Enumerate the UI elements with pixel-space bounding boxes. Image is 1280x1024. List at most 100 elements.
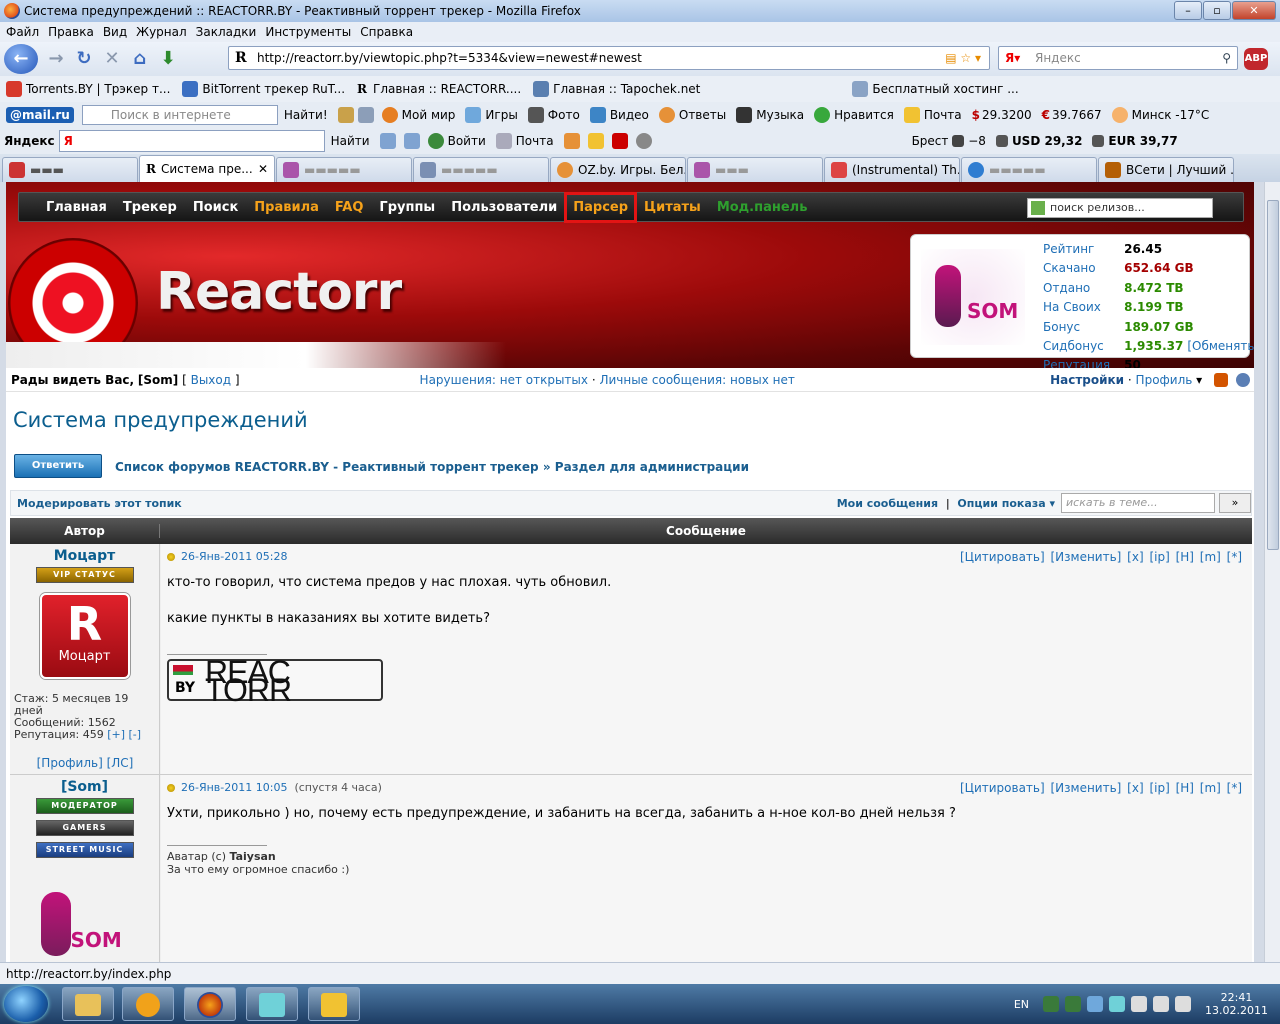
mailbar-item[interactable]: Нравится <box>814 107 894 123</box>
yandex-find-button[interactable]: Найти <box>331 134 370 148</box>
home-icon[interactable]: ⌂ <box>130 49 150 69</box>
bookmark-item[interactable]: Torrents.BY | Трэкер т... <box>6 81 170 97</box>
user-icon[interactable] <box>1236 372 1250 387</box>
tray-icon[interactable] <box>1109 996 1126 1012</box>
language-indicator[interactable]: EN <box>1014 998 1029 1011</box>
tab[interactable]: ▬▬▬ <box>687 157 823 182</box>
post-author-name[interactable]: Моцарт <box>10 548 159 564</box>
nav-search[interactable]: Поиск <box>190 198 241 217</box>
yandex-mail[interactable]: Почта <box>495 133 554 149</box>
settings-link[interactable]: Настройки <box>1050 373 1124 387</box>
bookmark-item[interactable]: Главная :: Tapochek.net <box>533 81 700 97</box>
nav-users[interactable]: Пользователи <box>448 198 560 217</box>
tab[interactable]: ▬▬▬ <box>2 157 138 182</box>
mailru-find-button[interactable]: Найти! <box>284 108 328 122</box>
tab[interactable]: OZ.by. Игры. Бел... <box>550 157 686 182</box>
bookmark-item[interactable]: R Главная :: REACTORR.... <box>357 82 521 96</box>
tray-icon[interactable] <box>1175 996 1192 1012</box>
tray-icon[interactable] <box>1043 996 1060 1012</box>
download-icon[interactable]: ⬇ <box>158 49 178 69</box>
reply-button[interactable]: Ответить <box>14 454 102 478</box>
topic-search-button[interactable]: » <box>1219 493 1251 513</box>
url-bar[interactable]: R http://reactorr.by/viewtopic.php?t=533… <box>228 46 990 70</box>
adblock-icon[interactable]: ABP <box>1244 48 1268 70</box>
vertical-scrollbar[interactable] <box>1264 182 1280 962</box>
nav-rules[interactable]: Правила <box>251 198 322 217</box>
user-avatar[interactable]: SOM <box>921 249 1025 345</box>
mailru-logo[interactable]: @mail.ru <box>6 107 74 123</box>
site-logo[interactable]: Reactorr <box>156 262 402 322</box>
mailbar-item[interactable]: Видео <box>589 107 649 123</box>
clock[interactable]: 22:41 13.02.2011 <box>1205 991 1268 1017</box>
start-button[interactable] <box>4 986 48 1022</box>
post-actions[interactable]: [Цитировать] [Изменить] [x] [ip] [H] [m]… <box>960 781 1242 795</box>
tab[interactable]: (Instrumental) Th... <box>824 157 960 182</box>
menu-tools[interactable]: Инструменты <box>265 25 351 39</box>
usd-rate[interactable]: $29.3200 <box>972 108 1032 122</box>
star-icon[interactable] <box>587 133 604 149</box>
web-search-input[interactable]: Я▾ Яндекс ⚲ <box>998 46 1238 70</box>
nav-groups[interactable]: Группы <box>376 198 438 217</box>
nav-faq[interactable]: FAQ <box>332 198 367 217</box>
post-author-name[interactable]: [Som] <box>10 779 159 795</box>
logout-link[interactable]: Выход <box>191 373 231 387</box>
tab[interactable]: ▬▬▬▬▬ <box>276 157 412 182</box>
tab-close-icon[interactable]: ✕ <box>258 162 268 176</box>
profile-link[interactable]: Профиль <box>1136 373 1193 387</box>
exchange-link[interactable]: [Обменять] <box>1187 339 1254 353</box>
nav-home[interactable]: Главная <box>43 198 110 217</box>
yandex-usd[interactable]: USD 29,32 <box>995 134 1082 148</box>
mailbar-item[interactable]: Ответы <box>658 107 726 123</box>
mailbar-item[interactable]: Почта <box>903 107 962 123</box>
mailru-search-input[interactable]: Поиск в интернете <box>81 105 278 125</box>
network-icon[interactable] <box>1131 996 1148 1012</box>
minimize-button[interactable]: – <box>1174 1 1202 20</box>
yandex-logo[interactable]: Яндекс <box>4 134 55 148</box>
toolbar-icon[interactable] <box>611 133 628 149</box>
toolbar-icon[interactable] <box>379 133 396 149</box>
mailbar-item[interactable]: Мой мир <box>381 107 455 123</box>
firefox-taskbar-button[interactable] <box>184 987 236 1021</box>
post-actions[interactable]: [Цитировать] [Изменить] [x] [ip] [H] [m]… <box>960 550 1242 564</box>
rep-minus-link[interactable]: [-] <box>129 728 142 741</box>
eur-rate[interactable]: €39.7667 <box>1042 108 1102 122</box>
breadcrumb-forum[interactable]: Список форумов REACTORR.BY - Реактивный … <box>115 460 539 474</box>
bookmark-item[interactable]: Бесплатный хостинг ... <box>852 81 1019 97</box>
yandex-weather[interactable]: Брест −8 <box>912 134 986 148</box>
gear-icon[interactable] <box>635 133 652 149</box>
tray-icon[interactable] <box>1065 996 1082 1012</box>
tab[interactable]: ВСети | Лучший ... <box>1098 157 1234 182</box>
toolbar-icon[interactable] <box>563 133 580 149</box>
stop-icon[interactable]: ✕ <box>102 49 122 69</box>
back-button[interactable]: ← <box>4 44 38 74</box>
menu-history[interactable]: Журнал <box>136 25 187 39</box>
app-taskbar-button[interactable] <box>122 987 174 1021</box>
mailbar-item[interactable]: Музыка <box>736 107 804 123</box>
app-taskbar-button[interactable] <box>308 987 360 1021</box>
explorer-taskbar-button[interactable] <box>62 987 114 1021</box>
rss-icon[interactable]: ▤ ☆ ▾ <box>945 47 981 69</box>
bookmark-item[interactable]: BitTorrent трекер RuT... <box>182 81 345 97</box>
display-options-link[interactable]: Опции показа <box>957 497 1045 510</box>
yandex-login[interactable]: Войти <box>427 133 486 149</box>
author-links[interactable]: [Профиль] [ЛС] <box>10 756 160 770</box>
moderate-topic-link[interactable]: Модерировать этот топик <box>17 497 182 510</box>
maximize-button[interactable]: ▫ <box>1203 1 1231 20</box>
yandex-search-input[interactable]: Я <box>58 130 325 152</box>
menu-file[interactable]: Файл <box>6 25 39 39</box>
tab-active[interactable]: R Система пре... ✕ <box>139 155 275 182</box>
app-taskbar-button[interactable] <box>246 987 298 1021</box>
breadcrumb-section[interactable]: Раздел для администрации <box>555 460 749 474</box>
search-icon[interactable]: ⚲ <box>1222 47 1231 69</box>
nav-tracker[interactable]: Трекер <box>120 198 180 217</box>
volume-icon[interactable] <box>1153 996 1170 1012</box>
post-date[interactable]: 26-Янв-2011 10:05 <box>181 781 287 794</box>
close-window-button[interactable]: ✕ <box>1232 1 1276 20</box>
nav-mod-panel[interactable]: Мод.панель <box>714 198 811 217</box>
pm-link[interactable]: Личные сообщения: новых нет <box>599 373 794 387</box>
violations-link[interactable]: Нарушения: нет открытых <box>420 373 588 387</box>
tab[interactable]: ▬▬▬▬▬ <box>961 157 1097 182</box>
nav-quotes[interactable]: Цитаты <box>641 198 704 217</box>
mailbar-item[interactable]: Игры <box>465 107 518 123</box>
nav-parser[interactable]: Парсер <box>564 191 638 223</box>
